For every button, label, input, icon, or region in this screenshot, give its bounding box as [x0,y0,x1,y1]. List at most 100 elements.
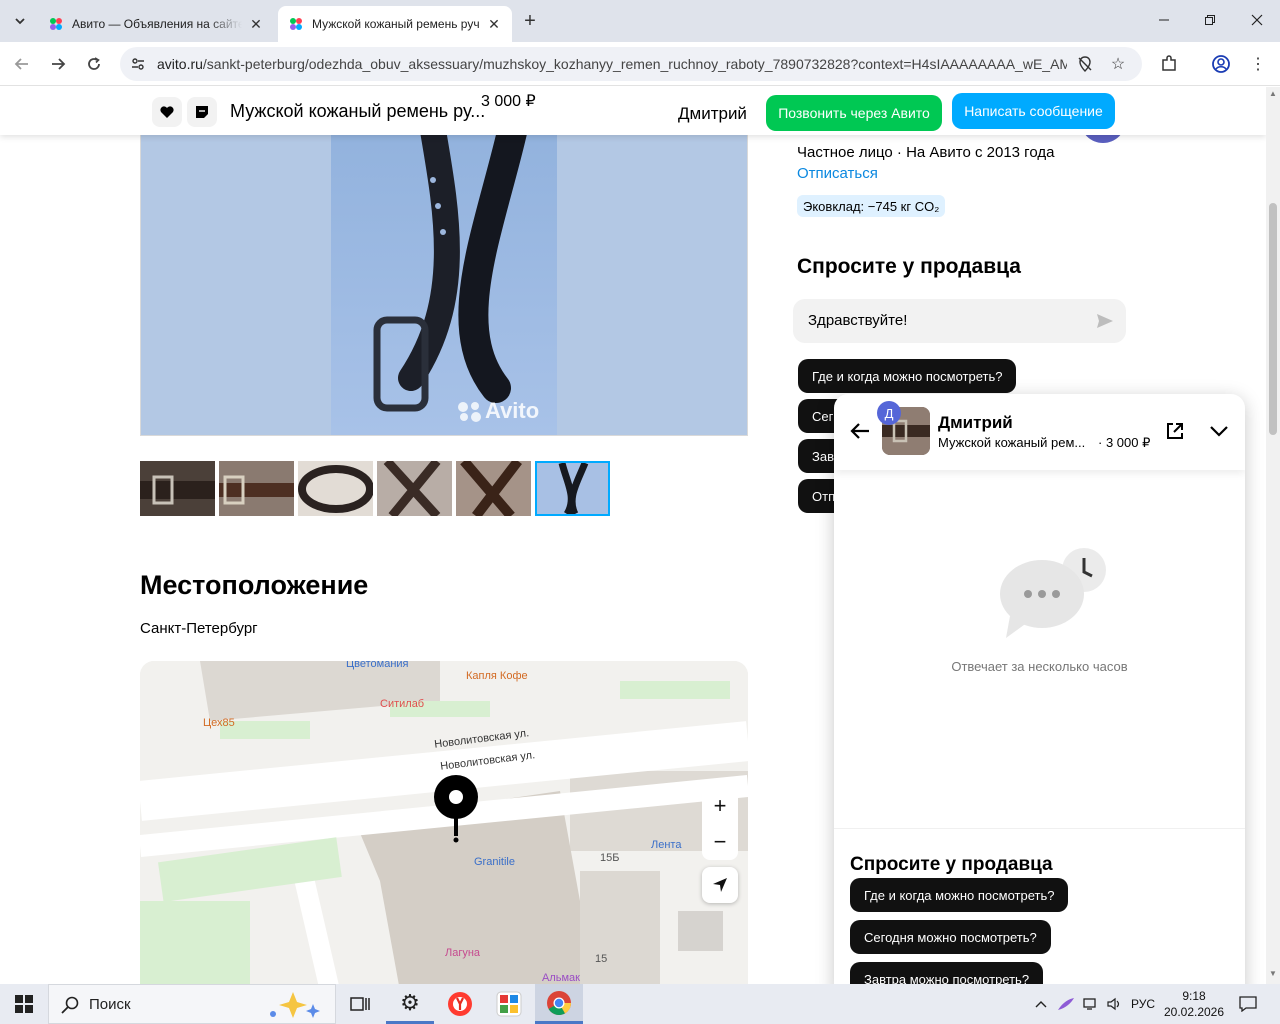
thumbnail-4[interactable] [377,461,452,516]
chevron-up-icon [1035,1001,1047,1008]
location-city: Санкт-Петербург [140,620,258,637]
chat-quick-reply[interactable]: Завтра можно посмотреть? [850,962,1044,984]
settings-taskbar-button[interactable]: ⚙ [386,984,434,1024]
start-button[interactable] [0,984,48,1024]
sticky-product-title: Мужской кожаный ремень ру... [230,101,486,121]
show-hidden-icons-button[interactable] [1030,984,1052,1024]
chat-quick-reply[interactable]: Где и когда можно посмотреть? [850,878,1069,912]
chat-popup: Д Дмитрий Мужской кожаный рем... · 3 000… [834,394,1245,984]
quick-question-pill[interactable]: Где и когда можно посмотреть? [798,359,1017,393]
map-poi[interactable]: Granitile [474,856,515,868]
tracking-protection-icon[interactable] [1076,55,1094,73]
search-placeholder: Поиск [89,996,131,1013]
reload-button[interactable] [80,50,108,78]
address-bar[interactable]: avito.ru/sankt-peterburg/odezhda_obuv_ak… [120,47,1142,81]
new-tab-button[interactable]: + [518,9,542,33]
chrome-taskbar-button[interactable] [535,984,583,1024]
map-poi[interactable]: Капля Кофе [466,670,528,682]
clock[interactable]: 9:18 20.02.2026 [1164,984,1224,1024]
location-map[interactable]: Цветомания Капля Кофе Ситилаб Цех85 Gran… [140,661,748,984]
sticky-seller-name[interactable]: Дмитрий [678,104,747,124]
gear-icon: ⚙ [400,989,420,1015]
task-view-button[interactable] [336,984,384,1024]
chat-quick-reply[interactable]: Сегодня можно посмотреть? [850,920,1051,954]
chat-header: Д Дмитрий Мужской кожаный рем... · 3 000… [834,394,1245,470]
tab-search-button[interactable] [6,7,34,35]
taskbar-search-box[interactable]: Поиск [48,984,336,1024]
scroll-up-arrow[interactable]: ▲ [1269,89,1277,98]
clock-date: 20.02.2026 [1163,1005,1225,1019]
tab-title: Авито — Объявления на сайте Авито [72,17,242,31]
favorite-button[interactable] [152,97,182,127]
restore-button[interactable] [1187,0,1233,40]
chat-item-price: · 3 000 ₽ [1098,435,1151,450]
sticky-item-header: Мужской кожаный ремень ру... 3 000 ₽ Дми… [0,87,1266,135]
windows-taskbar: Поиск ⚙ РУС 9:18 20.02.2026 [0,984,1280,1024]
scroll-down-arrow[interactable]: ▼ [1269,969,1277,978]
notifications-button[interactable] [1234,984,1262,1024]
map-zoom-out-button[interactable]: − [702,824,738,860]
bookmark-star-icon[interactable]: ☆ [1109,55,1127,73]
reply-time-text: Отвечает за несколько часов [951,659,1128,674]
arrow-right-icon [52,58,66,70]
extensions-icon[interactable] [1157,52,1181,76]
scrollbar-thumb[interactable] [1269,203,1277,435]
thumbnail-5[interactable] [456,461,531,516]
map-poi[interactable]: Цех85 [203,717,235,729]
windows-logo-icon [15,995,33,1013]
map-poi[interactable]: Лента [651,839,681,851]
unsubscribe-link[interactable]: Отписаться [797,165,878,182]
map-locate-button[interactable] [702,867,738,903]
send-icon[interactable] [1096,313,1114,329]
volume-icon[interactable] [1104,984,1126,1024]
building-number: 15 [595,953,608,965]
thumbnail-3[interactable] [298,461,373,516]
network-icon[interactable] [1080,984,1102,1024]
ask-seller-input[interactable]: Здравствуйте! [793,299,1126,343]
forward-button[interactable] [44,50,72,78]
input-language-indicator[interactable]: РУС [1128,984,1158,1024]
app-taskbar-button[interactable] [485,984,533,1024]
page-scrollbar[interactable]: ▲ ▼ [1266,87,1280,984]
tab-strip: Авито — Объявления на сайте Авито ✕ Мужс… [0,0,1280,42]
tray-app-icon[interactable] [1055,984,1077,1024]
minimize-icon [1159,19,1169,21]
seller-info-text: Частное лицо · На Авито с 2013 года [797,144,1055,161]
minimize-button[interactable] [1141,0,1187,40]
map-poi[interactable]: Лагуна [445,947,480,959]
close-tab-icon[interactable]: ✕ [486,16,502,32]
note-button[interactable] [187,97,217,127]
chat-item-title: Мужской кожаный рем... [938,435,1086,450]
map-poi[interactable]: Альмак [542,972,580,984]
back-button[interactable] [8,50,36,78]
note-icon [196,106,208,118]
call-via-avito-button[interactable]: Позвонить через Авито [766,95,942,131]
task-view-icon [350,997,370,1011]
location-pin-icon [434,775,478,843]
seller-avatar-badge: Д [877,401,901,425]
main-product-photo[interactable]: Avito [140,87,748,436]
tab-avito-home[interactable]: Авито — Объявления на сайте Авито ✕ [38,6,274,42]
map-zoom-in-button[interactable]: + [702,788,738,824]
chevron-down-icon[interactable] [1210,426,1228,438]
chevron-down-icon [15,18,25,25]
tab-product[interactable]: Мужской кожаный ремень ручной работы ✕ [278,6,512,42]
close-tab-icon[interactable]: ✕ [248,16,264,32]
map-poi[interactable]: Цветомания [346,661,409,670]
browser-menu-icon[interactable]: ⋮ [1246,52,1270,76]
thumbnail-2[interactable] [219,461,294,516]
tab-title: Мужской кожаный ремень ручной работы [312,17,480,31]
sparkle-icon [270,992,320,1018]
open-external-icon[interactable] [1165,421,1185,441]
profile-icon[interactable] [1209,52,1233,76]
map-poi[interactable]: Ситилаб [380,698,424,710]
write-message-button[interactable]: Написать сообщение [952,93,1115,129]
back-arrow-icon[interactable] [850,422,870,440]
avito-watermark: Avito [455,398,539,424]
thumbnail-6-selected[interactable] [535,461,610,516]
yandex-browser-taskbar-button[interactable] [436,984,484,1024]
thumbnail-1[interactable] [140,461,215,516]
eco-contribution-badge[interactable]: Эковклад: −745 кг CO₂ [797,195,946,217]
site-info-icon[interactable] [130,56,146,72]
close-window-button[interactable] [1234,0,1280,40]
